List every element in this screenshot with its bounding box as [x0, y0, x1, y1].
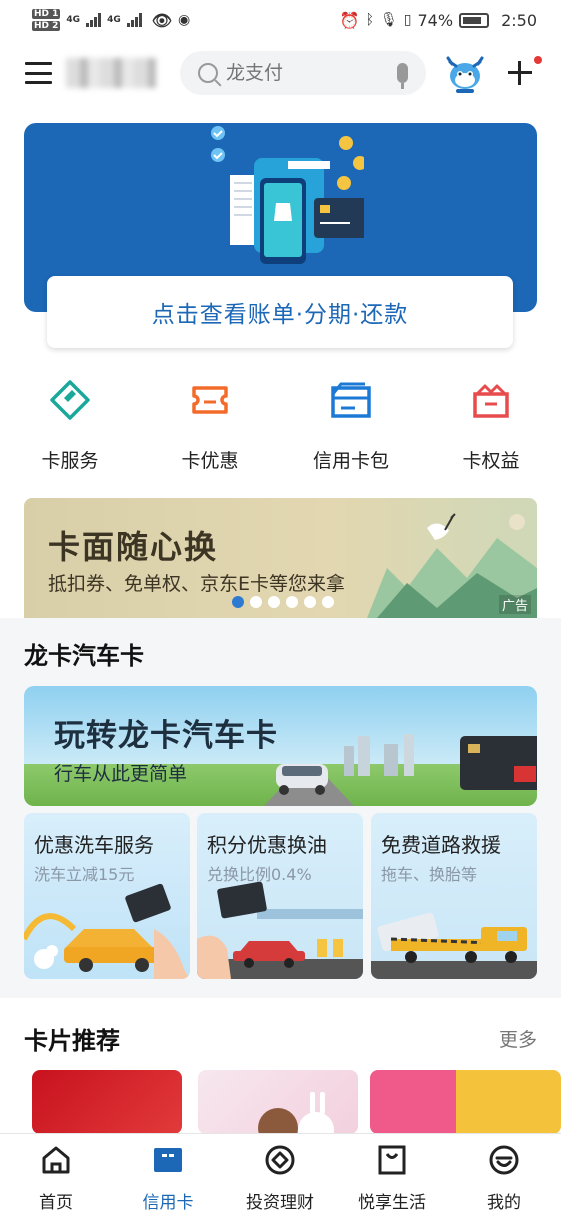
alarm-icon: ⏰	[339, 10, 360, 30]
service-card-service[interactable]: 卡服务	[20, 378, 120, 473]
payment-illustration	[211, 126, 364, 264]
invest-icon	[265, 1145, 295, 1175]
car-card-banner[interactable]: 玩转龙卡汽车卡 行车从此更简单	[24, 686, 537, 806]
status-left: HD 1 HD 2 4G 4G 👁 ◉	[32, 8, 190, 32]
status-right: ⏰ ᛒ 🎙 ▯ 74% 2:50	[340, 11, 537, 30]
car-wash-illustration	[24, 883, 190, 979]
tab-life[interactable]: 悦享生活	[342, 1144, 442, 1213]
carousel-dot[interactable]	[286, 596, 298, 608]
recommend-cards	[24, 1070, 561, 1134]
crown-icon	[473, 384, 509, 418]
eye-icon: 👁	[151, 10, 173, 30]
mascot-avatar-icon[interactable]	[442, 50, 488, 94]
app-screen: HD 1 HD 2 4G 4G 👁 ◉ ⏰ ᛒ 🎙 ▯ 74% 2:50 龙支付…	[0, 0, 561, 1216]
bill-action-text: 点击查看账单·分期·还款	[151, 302, 409, 328]
hd1-badge: HD 1	[32, 9, 61, 19]
service-card-wallet[interactable]: 信用卡包	[301, 378, 401, 473]
carousel-dot[interactable]	[322, 596, 334, 608]
blurred-username	[66, 58, 156, 88]
net2-label: 4G	[107, 15, 121, 25]
promo-title: 卡面随心换	[48, 528, 219, 566]
recommend-card-colorful[interactable]	[370, 1070, 561, 1134]
card-wallet-icon	[331, 382, 371, 418]
car-tile-oil[interactable]: 积分优惠换油 兑换比例0.4%	[197, 813, 363, 979]
profile-icon	[489, 1145, 519, 1175]
quick-services: 卡服务 卡优惠 信用卡包 卡权益	[0, 378, 561, 478]
add-plus-icon[interactable]	[508, 61, 532, 85]
card-service-icon	[50, 380, 90, 420]
search-icon	[198, 63, 218, 83]
search-bar[interactable]	[180, 51, 426, 95]
carousel-dot[interactable]	[304, 596, 316, 608]
service-card-rights[interactable]: 卡权益	[441, 378, 541, 473]
recommend-card-line[interactable]	[198, 1070, 358, 1134]
credit-card-icon	[154, 1148, 182, 1172]
tile-title: 优惠洗车服务	[34, 833, 154, 857]
signal-icon-2	[126, 13, 142, 27]
battery-icon	[459, 12, 490, 28]
hd-badges: HD 1 HD 2	[32, 8, 61, 32]
vibrate-icon: ▯	[403, 12, 412, 28]
bottom-tab-bar: 首页 信用卡 投资理财 悦享生活 我的	[0, 1133, 561, 1216]
battery-text: 74%	[417, 10, 454, 30]
notification-dot	[534, 56, 542, 64]
car-section-title: 龙卡汽车卡	[24, 642, 144, 670]
bill-action-card[interactable]: 点击查看账单·分期·还款	[47, 276, 513, 348]
home-icon	[42, 1146, 70, 1174]
mic-status-icon: 🎙	[380, 12, 398, 28]
service-label: 卡权益	[462, 450, 520, 472]
search-input[interactable]	[226, 62, 376, 84]
tab-label: 我的	[487, 1193, 521, 1213]
account-icon: ◉	[178, 12, 191, 28]
service-label: 卡优惠	[181, 450, 239, 472]
carousel-dots	[232, 596, 334, 608]
recommend-title: 卡片推荐	[24, 1027, 120, 1055]
signal-icon	[86, 13, 102, 27]
tab-label: 悦享生活	[358, 1193, 426, 1213]
life-bag-icon	[378, 1145, 406, 1175]
promo-subtitle: 抵扣券、免单权、京东E卡等您来拿	[48, 573, 346, 595]
microphone-icon[interactable]	[397, 63, 408, 89]
carousel-dot[interactable]	[250, 596, 262, 608]
gas-station-illustration	[197, 881, 363, 979]
recommend-more-link[interactable]: 更多	[499, 1025, 537, 1052]
time-text: 2:50	[501, 10, 537, 30]
car-tile-wash[interactable]: 优惠洗车服务 洗车立减15元	[24, 813, 190, 979]
tab-profile[interactable]: 我的	[454, 1144, 554, 1213]
tab-label: 投资理财	[246, 1193, 314, 1213]
tab-credit-card[interactable]: 信用卡	[118, 1144, 218, 1213]
tab-label: 首页	[39, 1193, 73, 1213]
tab-home[interactable]: 首页	[6, 1144, 106, 1213]
car-road-illustration	[264, 734, 537, 806]
menu-icon[interactable]	[25, 62, 52, 84]
hd2-badge: HD 2	[32, 21, 61, 31]
tile-title: 积分优惠换油	[207, 833, 327, 857]
tow-truck-illustration	[371, 912, 537, 979]
bluetooth-icon: ᛒ	[365, 12, 374, 28]
car-tile-rescue[interactable]: 免费道路救援 拖车、换胎等	[371, 813, 537, 979]
service-label: 信用卡包	[312, 450, 389, 472]
service-label: 卡服务	[41, 450, 99, 472]
status-bar: HD 1 HD 2 4G 4G 👁 ◉ ⏰ ᛒ 🎙 ▯ 74% 2:50	[0, 0, 561, 40]
tile-title: 免费道路救援	[381, 833, 501, 857]
top-header	[0, 44, 561, 102]
tab-invest[interactable]: 投资理财	[230, 1144, 330, 1213]
service-card-discount[interactable]: 卡优惠	[160, 378, 260, 473]
recommend-card-amex[interactable]	[32, 1070, 182, 1134]
carousel-dot[interactable]	[268, 596, 280, 608]
net1-label: 4G	[66, 15, 81, 25]
carousel-dot-active[interactable]	[232, 596, 244, 608]
ad-label: 广告	[498, 595, 531, 614]
bear-rabbit-card-icon	[258, 1092, 334, 1134]
coupon-icon	[192, 386, 228, 414]
car-banner-subtitle: 行车从此更简单	[54, 763, 188, 785]
tab-label: 信用卡	[142, 1193, 194, 1213]
